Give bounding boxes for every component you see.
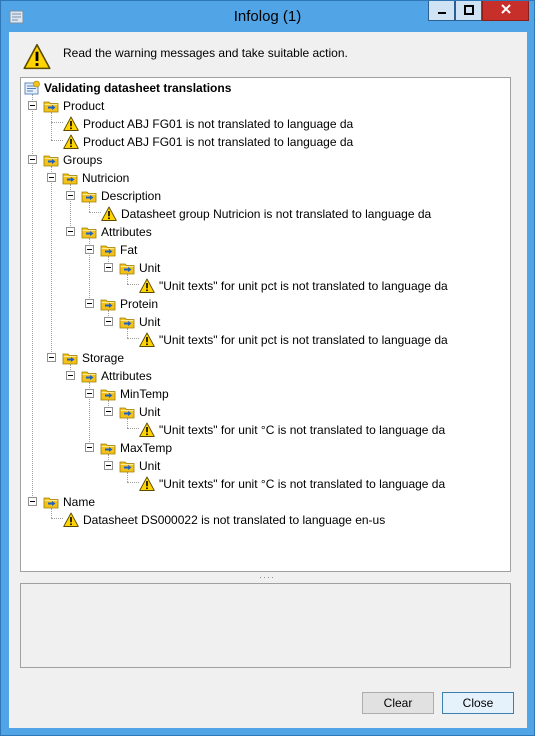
tree-node-groups[interactable]: Groups [43, 151, 243, 169]
folder-arrow-icon [119, 458, 135, 474]
maximize-icon [463, 4, 474, 18]
minimize-icon [437, 4, 447, 18]
close-icon [500, 3, 512, 18]
expander-toggle[interactable] [85, 443, 94, 452]
expander-toggle[interactable] [28, 101, 37, 110]
tree-node-unit[interactable]: Unit [119, 313, 319, 331]
folder-arrow-icon [100, 296, 116, 312]
folder-arrow-icon [62, 350, 78, 366]
minimize-button[interactable] [428, 1, 455, 21]
tree-node-attributes[interactable]: Attributes [81, 367, 281, 385]
folder-arrow-icon [43, 494, 59, 510]
expander-toggle[interactable] [104, 461, 113, 470]
close-button[interactable]: Close [442, 692, 514, 714]
expander-toggle[interactable] [104, 317, 113, 326]
warning-triangle-icon [63, 134, 79, 150]
message-detail-pane[interactable] [20, 583, 511, 668]
expander-toggle[interactable] [85, 299, 94, 308]
tree-warning-protein-unit[interactable]: "Unit texts" for unit pct is not transla… [139, 331, 509, 349]
header-message: Read the warning messages and take suita… [63, 46, 348, 60]
maximize-button[interactable] [455, 1, 482, 21]
window-close-button[interactable] [482, 1, 529, 21]
folder-arrow-icon [119, 314, 135, 330]
folder-arrow-icon [81, 188, 97, 204]
warning-triangle-icon [139, 422, 155, 438]
expander-toggle[interactable] [104, 407, 113, 416]
folder-arrow-icon [43, 152, 59, 168]
expander-toggle[interactable] [66, 371, 75, 380]
tree-node-unit[interactable]: Unit [119, 259, 319, 277]
warning-triangle-icon [101, 206, 117, 222]
folder-arrow-icon [119, 404, 135, 420]
tree-node-name[interactable]: Name [43, 493, 243, 511]
tree-node-maxtemp[interactable]: MaxTemp [100, 439, 300, 457]
dialog-footer: Clear Close [9, 680, 527, 728]
expander-toggle[interactable] [66, 227, 75, 236]
warning-triangle-icon [63, 512, 79, 528]
folder-arrow-icon [119, 260, 135, 276]
tree-node-mintemp[interactable]: MinTemp [100, 385, 300, 403]
tree-node-attributes[interactable]: Attributes [81, 223, 281, 241]
folder-arrow-icon [81, 368, 97, 384]
tree-warning-name[interactable]: Datasheet DS000022 is not translated to … [63, 511, 423, 529]
clear-button[interactable]: Clear [362, 692, 434, 714]
warning-triangle-icon [139, 278, 155, 294]
tree-node-storage[interactable]: Storage [62, 349, 262, 367]
expander-toggle[interactable] [66, 191, 75, 200]
folder-arrow-icon [43, 98, 59, 114]
tree-warning-fat-unit[interactable]: "Unit texts" for unit pct is not transla… [139, 277, 509, 295]
tree-warning-description[interactable]: Datasheet group Nutricion is not transla… [101, 205, 481, 223]
folder-arrow-icon [100, 440, 116, 456]
message-tree[interactable]: Validating datasheet translations Produc… [20, 77, 511, 572]
expander-toggle[interactable] [85, 245, 94, 254]
tree-node-fat[interactable]: Fat [100, 241, 300, 259]
warning-triangle-icon [139, 476, 155, 492]
expander-toggle[interactable] [28, 155, 37, 164]
panel-splitter[interactable]: ···· [255, 573, 279, 582]
expander-toggle[interactable] [104, 263, 113, 272]
tree-warning-mintemp-unit[interactable]: "Unit texts" for unit °C is not translat… [139, 421, 509, 439]
tree-node-description[interactable]: Description [81, 187, 281, 205]
expander-toggle[interactable] [28, 497, 37, 506]
expander-toggle[interactable] [85, 389, 94, 398]
folder-arrow-icon [100, 242, 116, 258]
tree-warning-product-1[interactable]: Product ABJ FG01 is not translated to la… [63, 115, 423, 133]
folder-arrow-icon [81, 224, 97, 240]
expander-toggle[interactable] [47, 173, 56, 182]
expander-toggle[interactable] [47, 353, 56, 362]
title-bar[interactable]: Infolog (1) [1, 1, 534, 31]
tree-node-unit[interactable]: Unit [119, 457, 319, 475]
infolog-client-area: Read the warning messages and take suita… [9, 32, 527, 728]
infolog-root-icon [24, 80, 40, 96]
tree-node-unit[interactable]: Unit [119, 403, 319, 421]
folder-arrow-icon [62, 170, 78, 186]
tree-node-nutricion[interactable]: Nutricion [62, 169, 262, 187]
tree-node-protein[interactable]: Protein [100, 295, 300, 313]
tree-warning-maxtemp-unit[interactable]: "Unit texts" for unit °C is not translat… [139, 475, 509, 493]
warning-triangle-icon [63, 116, 79, 132]
tree-warning-product-2[interactable]: Product ABJ FG01 is not translated to la… [63, 133, 423, 151]
warning-triangle-icon [139, 332, 155, 348]
tree-root[interactable]: Validating datasheet translations [24, 79, 324, 97]
tree-node-product[interactable]: Product [43, 97, 243, 115]
warning-icon [23, 43, 51, 71]
folder-arrow-icon [100, 386, 116, 402]
infolog-window: Infolog (1) Read the warning messages an… [0, 0, 535, 736]
